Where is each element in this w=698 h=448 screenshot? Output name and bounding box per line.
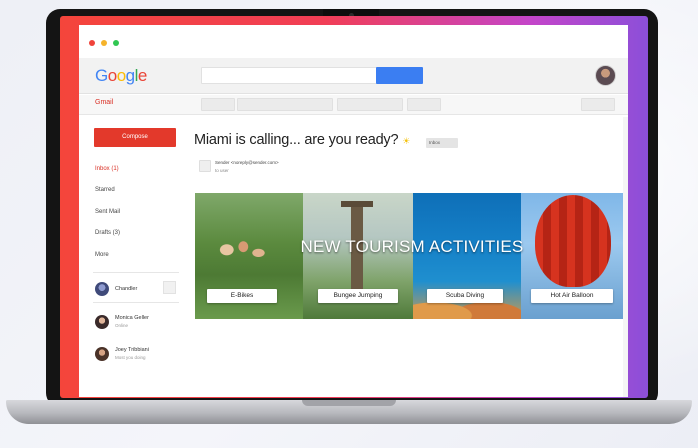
sidebar-item-sent-mail[interactable]: Sent Mail [95,209,120,215]
promo-banner[interactable]: NEW TOURISM ACTIVITIES E-Bikes Bungee Ju… [195,193,624,319]
laptop-base [6,400,692,424]
settings-button[interactable] [581,98,615,111]
sun-icon: ☀ [402,136,411,146]
sidebar-item-more[interactable]: More [95,252,109,258]
sender-address: Sender <noreply@sender.com> [215,160,279,165]
hot-air-balloon-figure [535,195,611,287]
compose-button[interactable]: Compose [94,128,176,147]
app-header: Google [79,58,628,94]
sender-icon [199,160,211,172]
contact-name[interactable]: Chandler [115,286,137,292]
logo-letter: o [107,66,117,85]
window-titlebar [79,25,628,57]
activity-label-balloon[interactable]: Hot Air Balloon [531,289,613,303]
google-logo[interactable]: Google [95,66,147,86]
search-button[interactable] [376,67,423,84]
sidebar-divider [93,272,179,273]
contact-status: Most you doing [115,355,146,360]
user-avatar-icon[interactable] [595,65,616,86]
avatar[interactable] [95,282,109,296]
logo-letter: g [125,66,135,85]
sidebar-divider [93,302,179,303]
maximize-dot-icon[interactable] [113,40,119,46]
activity-label-scuba[interactable]: Scuba Diving [427,289,503,303]
more-button[interactable] [407,98,441,111]
logo-letter: G [95,66,108,85]
close-dot-icon[interactable] [89,40,95,46]
email-subject: Miami is calling... are you ready? ☀ [194,132,410,148]
toolbar: Gmail [79,95,628,115]
select-checkbox-button[interactable] [201,98,235,111]
browser-window: Google Gmail Compose Inbox (1) Starred S… [79,25,628,397]
minimize-dot-icon[interactable] [101,40,107,46]
scrollbar[interactable] [623,117,628,397]
logo-letter: o [116,66,126,85]
contact-name[interactable]: Joey Tribbiani [115,347,149,353]
move-label-button-group[interactable] [337,98,403,111]
activity-label-bungee[interactable]: Bungee Jumping [318,289,398,303]
new-hangout-button[interactable] [163,281,176,294]
logo-letter: e [137,66,147,85]
banner-headline: NEW TOURISM ACTIVITIES [300,237,524,256]
avatar[interactable] [95,347,109,361]
base-groove [302,400,396,406]
contact-name[interactable]: Monica Geller [115,315,149,321]
search-input[interactable] [201,67,377,84]
activity-label-ebikes[interactable]: E-Bikes [207,289,277,303]
cyclists-figure [207,225,273,287]
bungee-platform-figure [341,201,373,207]
inbox-label-badge[interactable]: Inbox [426,138,458,148]
subject-text: Miami is calling... are you ready? [194,132,399,148]
contact-status: Online [115,323,129,328]
sidebar-item-inbox[interactable]: Inbox (1) [95,166,119,172]
archive-report-delete-button-group[interactable] [237,98,333,111]
sidebar-item-drafts[interactable]: Drafts (3) [95,230,120,236]
avatar[interactable] [95,315,109,329]
gmail-menu-label[interactable]: Gmail [95,99,113,106]
sidebar-item-starred[interactable]: Starred [95,187,115,193]
recipient-line[interactable]: to user [215,168,229,173]
